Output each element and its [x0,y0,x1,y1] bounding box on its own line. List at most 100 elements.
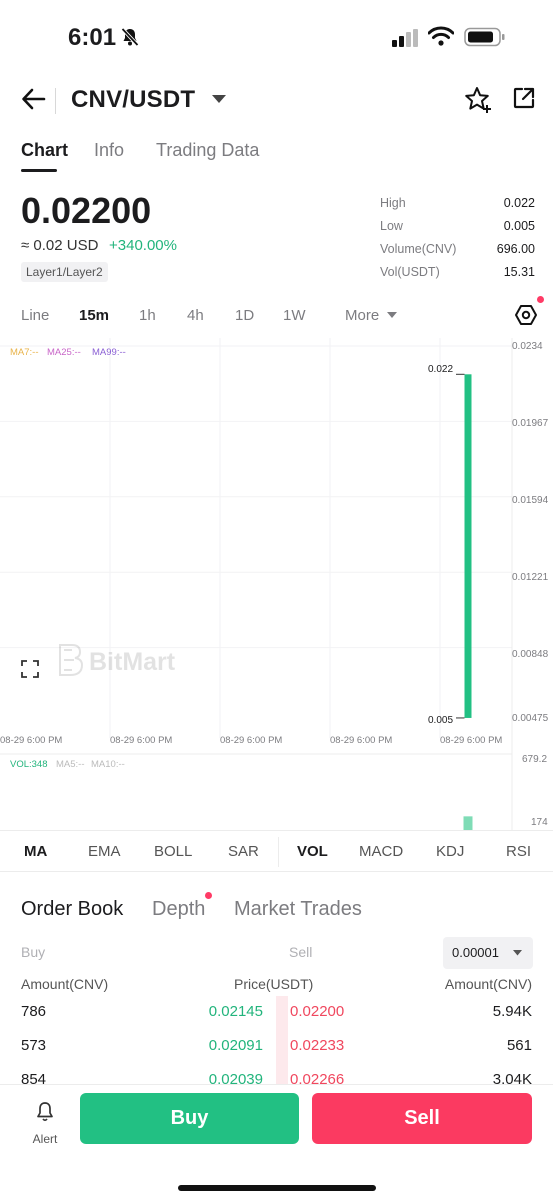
cellular-signal-icon [392,29,418,47]
stat-value: 15.31 [503,265,535,279]
alert-label: Alert [32,1132,58,1146]
caret-down-icon[interactable] [211,94,227,104]
main-tabs: Chart Info Trading Data [0,136,553,176]
x-axis-tick: 08-29 6:00 PM [220,735,283,746]
sell-side-label: Sell [289,944,313,960]
home-indicator [178,1185,376,1191]
caret-down-icon [513,950,522,956]
indicator-boll[interactable]: BOLL [154,843,192,860]
caret-down-icon[interactable] [387,312,397,319]
volume-bar [463,816,473,830]
interval-1d[interactable]: 1D [235,307,254,324]
stat-value: 696.00 [496,242,535,256]
favorite-star-add-icon[interactable] [463,85,493,115]
y-axis-tick: 0.0234 [512,341,543,352]
back-arrow-icon[interactable] [20,85,48,113]
last-price: 0.02200 [21,190,152,231]
category-tag[interactable]: Layer1/Layer2 [21,262,108,282]
indicator-separator [278,837,279,867]
buy-price: 0.02145 [208,1003,263,1020]
orderbook-row[interactable]: 786 0.02145 0.02200 5.94K [0,1003,553,1037]
bell-muted-icon [121,27,139,47]
orderbook-row[interactable]: 573 0.02091 0.02233 561 [0,1037,553,1071]
tab-market-trades[interactable]: Market Trades [234,898,362,921]
indicator-ema[interactable]: EMA [88,843,121,860]
indicator-kdj[interactable]: KDJ [436,843,464,860]
y-axis-tick: 0.01594 [512,495,549,506]
share-external-icon[interactable] [512,86,536,110]
indicator-ma[interactable]: MA [24,843,47,860]
volume-bars [463,816,473,830]
tab-info[interactable]: Info [94,140,124,161]
chart-grid [0,338,513,830]
buy-amount: 573 [21,1037,47,1054]
buy-amount: 786 [21,1003,47,1020]
interval-4h[interactable]: 4h [187,307,204,324]
ma7-legend: MA7:-- [10,347,39,358]
chart-canvas[interactable]: BitMart [0,338,553,830]
ma99-legend: MA99:-- [92,347,126,358]
indicator-macd[interactable]: MACD [359,843,403,860]
interval-1h[interactable]: 1h [139,307,156,324]
battery-icon [464,27,505,47]
sell-button[interactable]: Sell [312,1093,532,1144]
indicator-sar[interactable]: SAR [228,843,259,860]
tab-chart[interactable]: Chart [21,140,68,161]
candles [456,373,472,719]
header-divider [55,88,56,114]
precision-select[interactable]: 0.00001 [443,937,533,969]
market-stats: High 0.022 Low 0.005 Volume(CNV) 696.00 … [380,196,535,288]
y-axis-tick: 0.01221 [512,572,549,583]
status-time: 6:01 [68,24,117,51]
interval-line[interactable]: Line [21,307,49,324]
vol-ma5-legend: MA5:-- [56,759,85,770]
stat-value: 0.022 [503,196,535,210]
stat-label: Vol(USDT) [380,265,440,279]
tab-trading-data[interactable]: Trading Data [156,140,259,161]
vol-legend: VOL:348 [10,759,48,770]
bottom-action-bar: Alert Buy Sell [0,1084,553,1200]
buy-price: 0.02091 [208,1037,263,1054]
sell-amount: 5.94K [492,1003,532,1020]
orderbook-tabs: Order Book Depth Market Trades [0,896,553,926]
tab-order-book[interactable]: Order Book [21,898,123,921]
indicator-rsi[interactable]: RSI [506,843,531,860]
tab-depth[interactable]: Depth [152,898,205,921]
y-axis-tick: 0.00848 [512,649,549,660]
x-axis-tick: 08-29 6:00 PM [330,735,393,746]
interval-more[interactable]: More [345,307,379,324]
stat-high: High 0.022 [380,196,535,219]
alert-button[interactable]: Alert [24,1101,66,1146]
low-price-marker: 0.005 [428,715,454,726]
trading-pair-selector[interactable]: CNV/USDT [71,86,195,114]
fullscreen-icon[interactable] [21,660,39,678]
price-chart[interactable]: BitMart [0,338,553,830]
indicator-bar: MA EMA BOLL SAR VOL MACD KDJ RSI [0,830,553,872]
header-price: Price(USDT) [234,976,314,992]
price-change-percent: +340.00% [109,237,177,254]
buy-side-label: Buy [21,944,46,960]
y-axis-tick: 0.01967 [512,418,549,429]
vol-ma10-legend: MA10:-- [91,759,125,770]
interval-15m[interactable]: 15m [79,307,109,324]
indicator-vol[interactable]: VOL [297,843,328,860]
chart-settings-icon[interactable] [514,303,538,327]
active-tab-indicator [21,169,57,172]
bitmart-watermark: BitMart [59,644,176,676]
status-bar: 6:01 [0,0,553,70]
price-usd-approx: ≈ 0.02 USD [21,237,99,254]
precision-value: 0.00001 [452,945,499,960]
interval-bar: Line 15m 1h 4h 1D 1W More [0,300,553,332]
stat-label: Volume(CNV) [380,242,457,256]
sell-amount: 561 [506,1037,532,1054]
header: CNV/USDT [0,78,553,122]
x-axis-tick: 08-29 6:00 PM [0,735,63,746]
bell-icon [37,1102,53,1122]
stat-label: Low [380,219,403,233]
interval-1w[interactable]: 1W [283,307,306,324]
buy-button[interactable]: Buy [80,1093,299,1144]
sell-price: 0.02200 [290,1003,345,1020]
stat-label: High [380,196,406,210]
notification-dot [205,892,212,899]
stat-volume-quote: Vol(USDT) 15.31 [380,265,535,288]
